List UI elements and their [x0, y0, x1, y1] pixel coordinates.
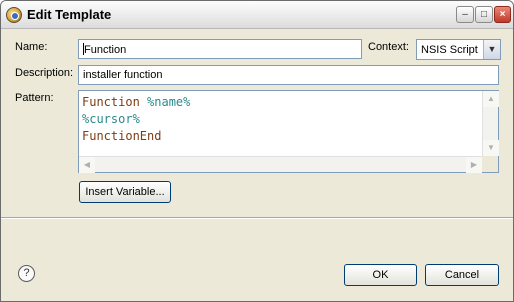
separator [1, 217, 513, 219]
close-button[interactable]: × [494, 6, 511, 23]
scroll-up-icon[interactable]: ▲ [483, 91, 499, 107]
context-label: Context: [368, 41, 409, 53]
cancel-button[interactable]: Cancel [425, 264, 499, 286]
description-label: Description: [15, 67, 74, 79]
code-line: FunctionEnd [82, 128, 190, 145]
eclipse-app-icon [6, 7, 22, 23]
name-label: Name: [15, 41, 48, 53]
edit-template-dialog: Edit Template – □ × Name: Function Conte… [0, 0, 514, 302]
code-variable: %cursor% [82, 112, 140, 126]
pattern-code: Function %name% %cursor% FunctionEnd [82, 94, 190, 145]
code-variable: %name% [147, 95, 191, 109]
pattern-editor[interactable]: Function %name% %cursor% FunctionEnd ▲ ▼… [78, 90, 499, 173]
scroll-left-icon[interactable]: ◀ [79, 157, 95, 173]
maximize-button[interactable]: □ [475, 6, 493, 23]
chevron-down-icon[interactable]: ▼ [483, 40, 500, 59]
context-select-value: NSIS Script [421, 44, 478, 56]
insert-variable-button[interactable]: Insert Variable... [79, 181, 171, 203]
code-keyword: FunctionEnd [82, 129, 162, 143]
window-title: Edit Template [27, 7, 112, 22]
scroll-corner [482, 156, 498, 172]
scroll-down-icon[interactable]: ▼ [483, 140, 499, 156]
vertical-scrollbar[interactable]: ▲ ▼ [482, 91, 499, 156]
minimize-button[interactable]: – [456, 6, 474, 23]
code-line: %cursor% [82, 111, 190, 128]
code-line: Function %name% [82, 94, 190, 111]
ok-button[interactable]: OK [344, 264, 417, 286]
title-bar: Edit Template – □ × [1, 1, 513, 29]
horizontal-scrollbar[interactable]: ◀ ▶ [79, 156, 482, 173]
name-field-value: Function [84, 44, 127, 56]
help-icon[interactable]: ? [18, 265, 35, 282]
name-field[interactable]: Function [78, 39, 362, 59]
description-field-value: installer function [83, 69, 163, 81]
pattern-label: Pattern: [15, 92, 54, 104]
context-select[interactable]: NSIS Script ▼ [416, 39, 501, 60]
scroll-right-icon[interactable]: ▶ [466, 157, 482, 173]
code-keyword: Function [82, 95, 140, 109]
description-field[interactable]: installer function [78, 65, 499, 85]
